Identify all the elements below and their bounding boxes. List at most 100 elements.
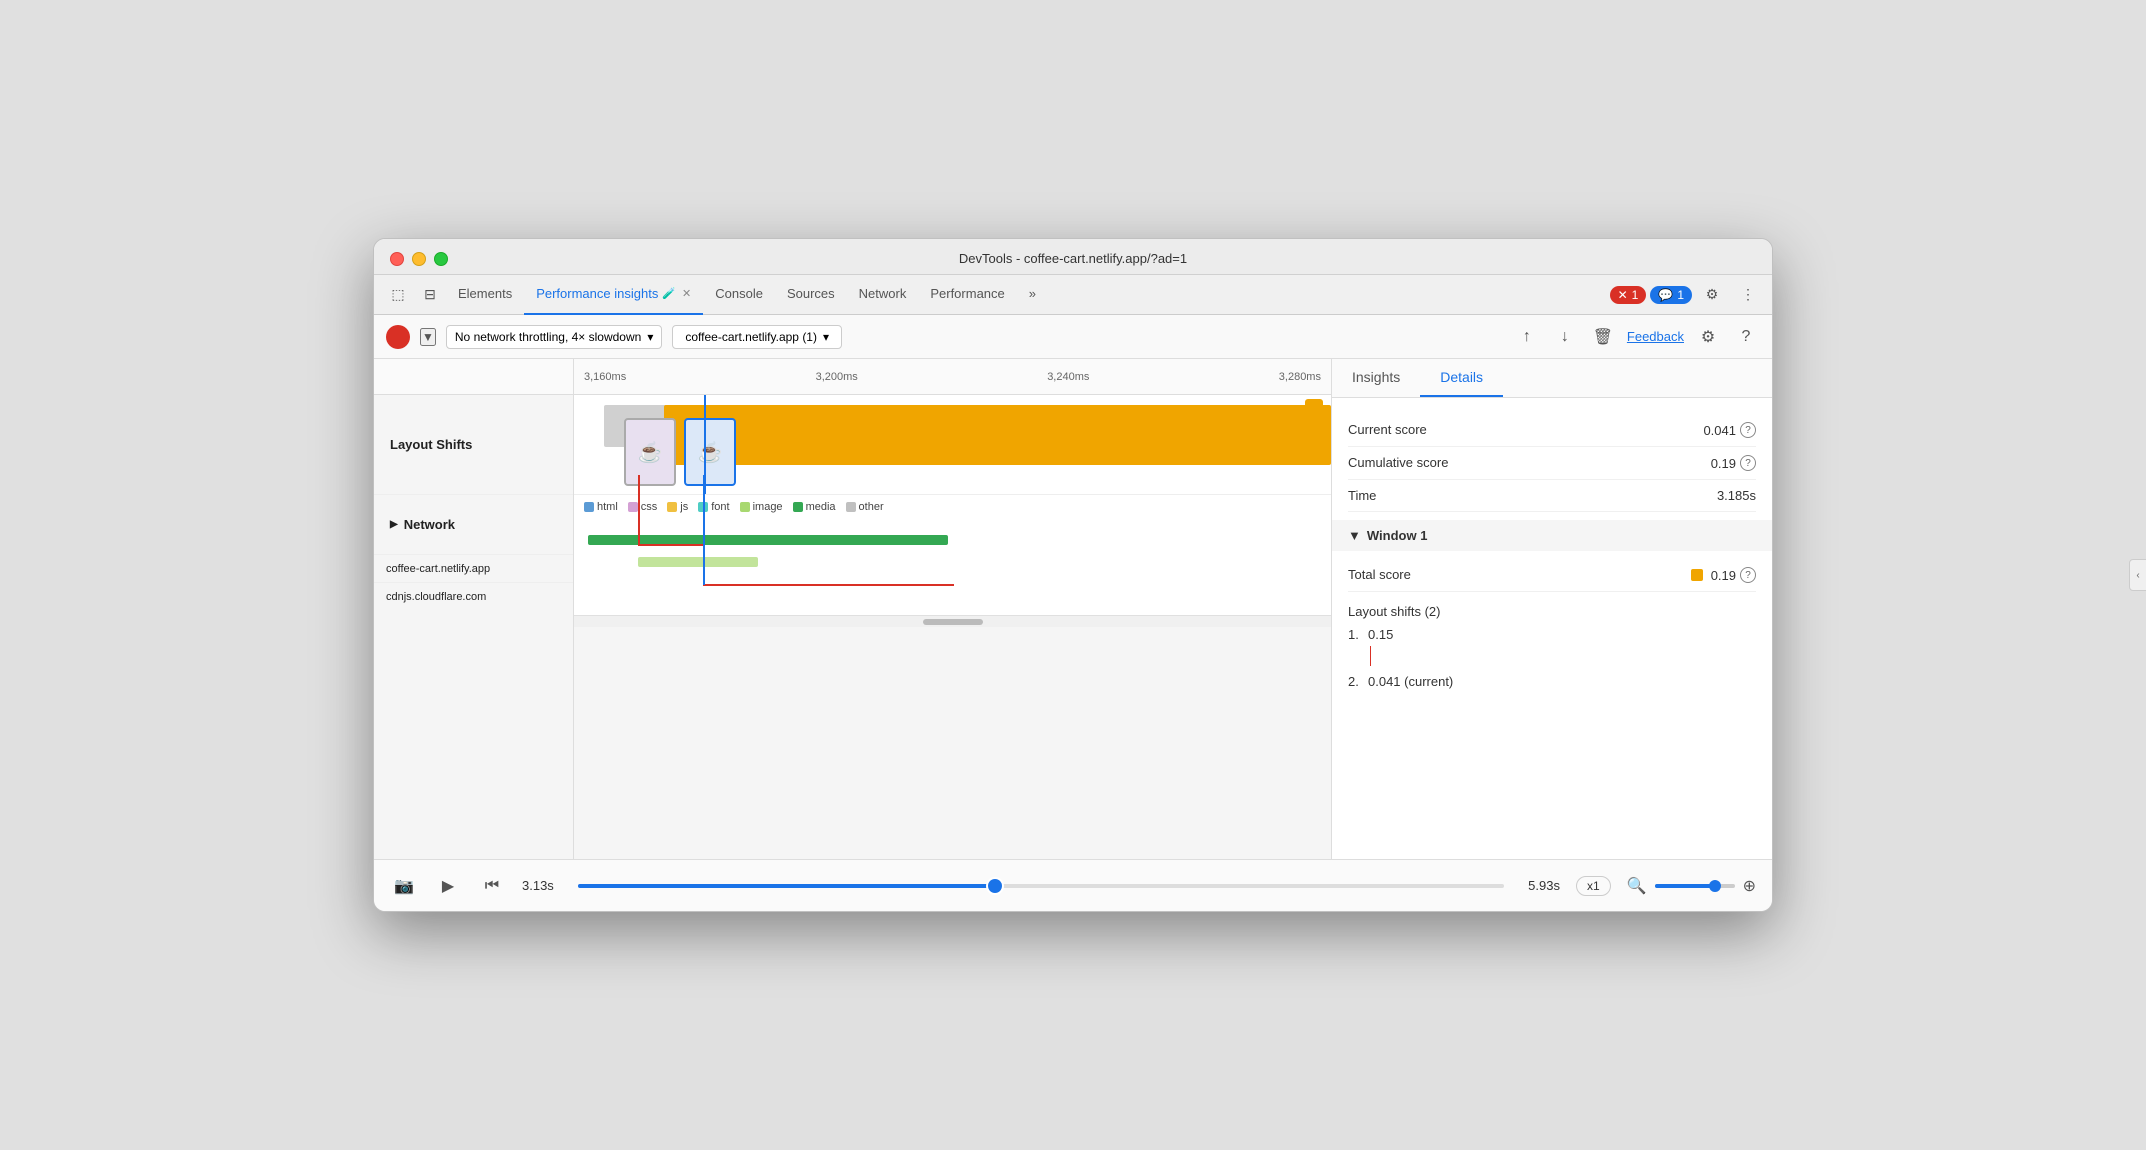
record-button[interactable] bbox=[386, 325, 410, 349]
thumbnail-current[interactable]: ☕ bbox=[684, 418, 736, 486]
current-score-value: 0.041 ? bbox=[1703, 422, 1756, 438]
devtools-tabbar: ⬚ ⊟ Elements Performance insights 🧪 ✕ Co… bbox=[374, 275, 1772, 315]
coffee-cup-icon: ☕ bbox=[638, 440, 663, 465]
scrollbar-area bbox=[574, 615, 1331, 627]
right-panel: Insights Details Current score 0.041 ? C… bbox=[1332, 359, 1772, 859]
info-badge[interactable]: 💬 1 bbox=[1650, 286, 1692, 304]
total-score-color-dot bbox=[1691, 569, 1703, 581]
record-chevron[interactable]: ▼ bbox=[420, 328, 436, 346]
window1-expand-icon: ▼ bbox=[1348, 528, 1361, 543]
current-score-help-icon[interactable]: ? bbox=[1740, 422, 1756, 438]
tab-close-icon[interactable]: ✕ bbox=[682, 287, 691, 300]
devtools-window: DevTools - coffee-cart.netlify.app/?ad=1… bbox=[373, 238, 1773, 912]
zoom-thumb[interactable] bbox=[1709, 880, 1721, 892]
play-icon[interactable]: ▶ bbox=[434, 872, 462, 900]
js-color-dot bbox=[667, 502, 677, 512]
timeline-header: 3,160ms 3,200ms 3,240ms 3,280ms bbox=[374, 359, 1331, 395]
device-icon[interactable]: ⊟ bbox=[414, 279, 446, 311]
time-start: 3.13s bbox=[522, 878, 554, 893]
ls-connector-line bbox=[1364, 646, 1756, 666]
total-score-row: Total score 0.19 ? bbox=[1348, 559, 1756, 592]
ls-entry-2[interactable]: 2. 0.041 (current) bbox=[1348, 670, 1756, 693]
ruler-mark-4: 3,280ms bbox=[1279, 371, 1321, 383]
ruler-mark-1: 3,160ms bbox=[584, 371, 626, 383]
info-message-icon: 💬 bbox=[1658, 288, 1673, 302]
timeline-chart: ☕ ☕ bbox=[574, 395, 1331, 859]
legend-css: css bbox=[628, 501, 658, 513]
ls-entry-1[interactable]: 1. 0.15 bbox=[1348, 623, 1756, 646]
window1-content: Total score 0.19 ? Layout shifts (2) bbox=[1348, 559, 1756, 701]
image-color-dot bbox=[740, 502, 750, 512]
download-icon[interactable]: ↓ bbox=[1551, 323, 1579, 351]
tab-performance-insights[interactable]: Performance insights 🧪 ✕ bbox=[524, 275, 703, 315]
tab-console[interactable]: Console bbox=[703, 275, 775, 315]
camera-icon[interactable]: 📷 bbox=[390, 872, 418, 900]
legend-html: html bbox=[584, 501, 618, 513]
help-icon[interactable]: ? bbox=[1732, 323, 1760, 351]
more-options-icon[interactable]: ⋮ bbox=[1732, 279, 1764, 311]
ruler-mark-3: 3,240ms bbox=[1047, 371, 1089, 383]
tab-details[interactable]: Details bbox=[1420, 359, 1503, 397]
zoom-out-icon[interactable]: 🔍 bbox=[1627, 876, 1647, 896]
error-x-icon: ✕ bbox=[1618, 288, 1628, 302]
css-color-dot bbox=[628, 502, 638, 512]
tab-elements[interactable]: Elements bbox=[446, 275, 524, 315]
ruler-mark-2: 3,200ms bbox=[816, 371, 858, 383]
cursor-icon[interactable]: ⬚ bbox=[382, 279, 414, 311]
url-select[interactable]: coffee-cart.netlify.app (1) ▾ bbox=[672, 325, 842, 349]
legend-image: image bbox=[740, 501, 783, 513]
orange-indicator bbox=[1305, 399, 1323, 417]
bottom-bar: 📷 ▶ ⏮ 3.13s 5.93s x1 🔍 ⊕ bbox=[374, 859, 1772, 911]
total-score-help-icon[interactable]: ? bbox=[1740, 567, 1756, 583]
toolbar: ▼ No network throttling, 4× slowdown ▾ c… bbox=[374, 315, 1772, 359]
gear-icon[interactable]: ⚙ bbox=[1694, 323, 1722, 351]
delete-icon[interactable]: 🗑 bbox=[1589, 323, 1617, 351]
tab-more[interactable]: » bbox=[1017, 275, 1048, 315]
label-col-header bbox=[374, 359, 574, 394]
error-badge[interactable]: ✕ 1 bbox=[1610, 286, 1647, 304]
cumulative-score-help-icon[interactable]: ? bbox=[1740, 455, 1756, 471]
thumbnail-before[interactable]: ☕ bbox=[624, 418, 676, 486]
time-end: 5.93s bbox=[1528, 878, 1560, 893]
zoom-controls: 🔍 ⊕ bbox=[1627, 876, 1756, 896]
timeline-panel: 3,160ms 3,200ms 3,240ms 3,280ms Layout S… bbox=[374, 359, 1332, 859]
settings-icon[interactable]: ⚙ bbox=[1696, 279, 1728, 311]
feedback-button[interactable]: Feedback bbox=[1627, 329, 1684, 344]
experimental-icon: 🧪 bbox=[662, 287, 676, 300]
devtools-right-controls: ✕ 1 💬 1 ⚙ ⋮ bbox=[1610, 279, 1764, 311]
tab-insights[interactable]: Insights bbox=[1332, 359, 1420, 397]
maximize-button[interactable] bbox=[434, 252, 448, 266]
tab-network[interactable]: Network bbox=[847, 275, 919, 315]
zoom-track[interactable] bbox=[1655, 884, 1735, 888]
other-color-dot bbox=[846, 502, 856, 512]
scroll-thumb[interactable] bbox=[923, 619, 983, 625]
upload-icon[interactable]: ↑ bbox=[1513, 323, 1541, 351]
minimize-button[interactable] bbox=[412, 252, 426, 266]
playback-thumb[interactable] bbox=[988, 879, 1002, 893]
main-content: 3,160ms 3,200ms 3,240ms 3,280ms Layout S… bbox=[374, 359, 1772, 859]
tab-sources[interactable]: Sources bbox=[775, 275, 847, 315]
window-title: DevTools - coffee-cart.netlify.app/?ad=1 bbox=[959, 251, 1187, 266]
skip-to-start-icon[interactable]: ⏮ bbox=[478, 872, 506, 900]
time-row: Time 3.185s bbox=[1348, 480, 1756, 512]
layout-shifts-count-label: Layout shifts (2) bbox=[1348, 600, 1756, 623]
legend-js: js bbox=[667, 501, 688, 513]
speed-badge[interactable]: x1 bbox=[1576, 876, 1611, 896]
network-section: html css js bbox=[574, 495, 1331, 615]
layout-shifts-section[interactable]: ☕ ☕ bbox=[574, 395, 1331, 495]
html-color-dot bbox=[584, 502, 594, 512]
traffic-lights bbox=[390, 252, 448, 266]
layout-shifts-detail: Layout shifts (2) 1. 0.15 bbox=[1348, 592, 1756, 701]
legend-font: font bbox=[698, 501, 729, 513]
throttle-select[interactable]: No network throttling, 4× slowdown ▾ bbox=[446, 325, 662, 349]
playback-track[interactable] bbox=[578, 884, 1504, 888]
current-score-row: Current score 0.041 ? bbox=[1348, 414, 1756, 447]
network-label[interactable]: ▶ Network bbox=[374, 495, 573, 555]
tab-performance[interactable]: Performance bbox=[918, 275, 1016, 315]
cumulative-score-row: Cumulative score 0.19 ? bbox=[1348, 447, 1756, 480]
zoom-in-icon[interactable]: ⊕ bbox=[1743, 876, 1756, 896]
close-button[interactable] bbox=[390, 252, 404, 266]
cumulative-score-value: 0.19 ? bbox=[1711, 455, 1756, 471]
font-color-dot bbox=[698, 502, 708, 512]
panel-content: Current score 0.041 ? Cumulative score 0… bbox=[1332, 398, 1772, 859]
